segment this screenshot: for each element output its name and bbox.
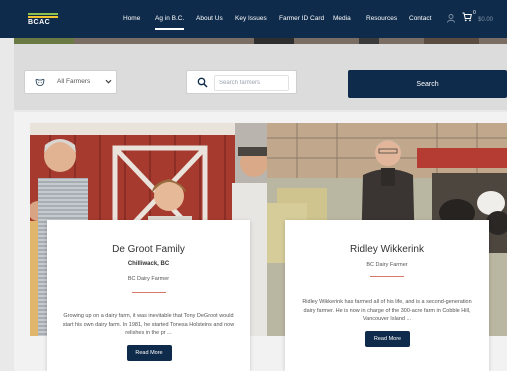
farmer-description: Growing up on a dairy farm, it was inevi… <box>62 313 235 336</box>
nav-about-us[interactable]: About Us <box>196 15 223 22</box>
read-more-button[interactable]: Read More <box>126 345 172 361</box>
farmer-name: Ridley Wikkerink <box>350 244 424 255</box>
nav-ag-in-bc[interactable]: Ag in B.C. <box>155 15 185 30</box>
search-container <box>186 70 297 94</box>
cow-icon <box>35 78 45 86</box>
nav-key-issues[interactable]: Key Issues <box>235 15 267 22</box>
farmer-location: Chilliwack, BC <box>127 261 170 267</box>
cart-count-badge: 0 <box>473 10 476 16</box>
nav-farmer-id-card[interactable]: Farmer ID Card <box>279 15 324 22</box>
card-divider <box>370 276 404 277</box>
nav-contact[interactable]: Contact <box>409 15 431 22</box>
logo-text: BCAC <box>28 19 51 26</box>
farmer-name: De Groot Family <box>112 244 185 255</box>
farmer-card: Ridley Wikkerink BC Dairy Farmer Ridley … <box>285 220 489 371</box>
nav-home[interactable]: Home <box>123 15 140 22</box>
select-value: All Farmers <box>57 78 91 85</box>
user-icon[interactable] <box>447 14 455 25</box>
farmer-type-select[interactable]: All Farmers <box>24 70 117 94</box>
search-button[interactable]: Search <box>348 70 507 98</box>
farmer-role: BC Dairy Farmer <box>366 262 408 268</box>
farmer-role: BC Dairy Farmer <box>127 276 170 282</box>
farmer-description: Ridley Wikkerink has farmed all of his l… <box>302 299 472 322</box>
search-icon <box>197 77 208 88</box>
bcac-logo[interactable]: BCAC <box>28 13 58 29</box>
search-input[interactable] <box>214 75 289 91</box>
card-divider <box>131 292 166 293</box>
top-navigation: BCAC Home Ag in B.C. About Us Key Issues… <box>0 0 507 38</box>
cart-icon[interactable] <box>462 12 472 24</box>
cart-total: $0.00 <box>478 17 494 23</box>
farmer-card: De Groot Family Chilliwack, BC BC Dairy … <box>47 220 250 371</box>
chevron-down-icon <box>105 79 112 84</box>
nav-media[interactable]: Media <box>333 15 351 22</box>
read-more-button[interactable]: Read More <box>365 331 410 347</box>
nav-resources[interactable]: Resources <box>366 15 397 22</box>
